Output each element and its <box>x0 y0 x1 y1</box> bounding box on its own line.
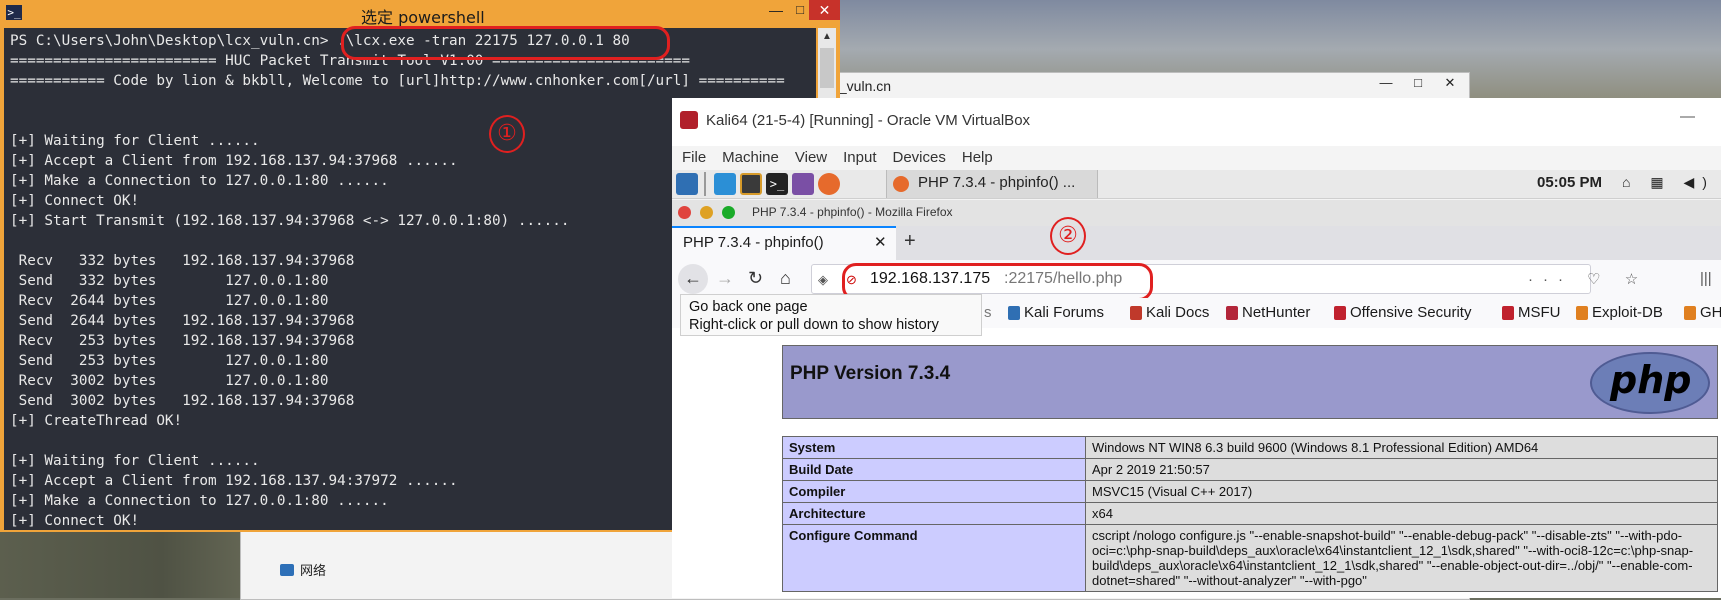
powershell-title: 选定 powershell <box>361 8 485 27</box>
text-editor-icon[interactable] <box>740 173 762 195</box>
row-key: System <box>782 436 1086 459</box>
php-version-title: PHP Version 7.3.4 <box>790 363 951 384</box>
row-key: Compiler <box>782 480 1086 503</box>
menu-file[interactable]: File <box>682 146 706 170</box>
bookmark-partial[interactable]: s <box>984 304 992 321</box>
console-output: PS C:\Users\John\Desktop\lcx_vuln.cn> .\… <box>10 33 785 529</box>
virtualbox-menubar: File Machine View Input Devices Help <box>672 146 1721 170</box>
bookmark-gh[interactable]: GH <box>1684 304 1721 321</box>
wallpaper-foreground <box>0 530 270 598</box>
annotation-marker-1: ① <box>489 115 525 153</box>
menu-devices[interactable]: Devices <box>893 146 946 170</box>
command-highlight-box <box>341 26 670 60</box>
home-icon[interactable]: ⌂ <box>780 268 791 289</box>
gh-icon <box>1684 305 1696 320</box>
bookmark-label: MSFU <box>1518 304 1561 321</box>
terminal-icon[interactable]: >_ <box>766 173 788 195</box>
forward-arrow-icon[interactable]: → <box>716 268 734 289</box>
bookmark-exploit-db[interactable]: Exploit-DB <box>1576 304 1663 321</box>
php-logo-text: php <box>1610 358 1692 402</box>
bookmark-msfu[interactable]: MSFU <box>1502 304 1561 321</box>
row-key: Build Date <box>782 458 1086 481</box>
table-row: Compiler MSVC15 (Visual C++ 2017) <box>782 480 1718 503</box>
firefox-window-title: PHP 7.3.4 - phpinfo() - Mozilla Firefox <box>752 205 953 219</box>
back-arrow-icon: ← <box>684 268 702 288</box>
bookmark-offensive-security[interactable]: Offensive Security <box>1334 304 1471 321</box>
tab-label: PHP 7.3.4 - phpinfo() <box>683 234 824 251</box>
bookmark-label: Kali Docs <box>1146 304 1210 321</box>
kali-docs-icon <box>1130 305 1142 320</box>
bookmark-kali-forums[interactable]: Kali Forums <box>1008 304 1104 321</box>
table-row: Architecture x64 <box>782 502 1718 525</box>
explorer-title: t_vuln.cn <box>835 78 892 94</box>
bookmark-label: Offensive Security <box>1350 304 1472 321</box>
row-key: Configure Command <box>782 524 1086 592</box>
taskbar-item-label: PHP 7.3.4 - phpinfo() ... <box>918 174 1076 191</box>
close-window-dot[interactable] <box>678 206 691 219</box>
row-value: Windows NT WIN8 6.3 build 9600 (Windows … <box>1085 436 1718 459</box>
table-row: Build Date Apr 2 2019 21:50:57 <box>782 458 1718 481</box>
bookmark-label: GH <box>1700 304 1721 321</box>
scrollbar-thumb[interactable] <box>820 48 834 88</box>
row-value: x64 <box>1085 502 1718 525</box>
library-icon[interactable]: ||| <box>1700 270 1712 287</box>
row-value: Apr 2 2019 21:50:57 <box>1085 458 1718 481</box>
exploit-db-icon <box>1576 305 1588 320</box>
panel-clock[interactable]: 05:05 PM <box>1537 174 1602 191</box>
file-manager-icon[interactable] <box>714 173 736 195</box>
tooltip-line-2: Right-click or pull down to show history <box>689 317 939 333</box>
network-icon <box>280 563 294 576</box>
table-row: Configure Command cscript /nologo configu… <box>782 524 1718 592</box>
app-launcher-icon[interactable] <box>792 173 814 195</box>
explorer-close-button[interactable]: ✕ <box>1434 72 1466 94</box>
explorer-nav-network[interactable]: 网络 <box>280 560 326 579</box>
powershell-icon: >_ <box>6 5 22 20</box>
virtualbox-icon <box>680 111 698 129</box>
scroll-up-arrow-icon[interactable]: ▲ <box>818 28 836 46</box>
firefox-launcher-icon[interactable] <box>818 173 840 195</box>
menu-input[interactable]: Input <box>843 146 876 170</box>
virtualbox-minimize-button[interactable]: — <box>1680 108 1695 125</box>
phpinfo-table: System Windows NT WIN8 6.3 build 9600 (Wi… <box>782 436 1718 592</box>
powershell-maximize-button[interactable]: □ <box>789 0 811 22</box>
kali-menu-icon[interactable] <box>676 173 698 195</box>
url-action-icons[interactable]: ··· ♡ ☆ <box>1528 270 1648 288</box>
bookmark-label: Kali Forums <box>1024 304 1105 321</box>
minimize-window-dot[interactable] <box>700 206 713 219</box>
shield-icon[interactable]: ◈ <box>818 272 828 288</box>
explorer-nav-label: 网络 <box>300 563 327 578</box>
explorer-minimize-button[interactable]: — <box>1370 72 1402 94</box>
bookmark-nethunter[interactable]: NetHunter <box>1226 304 1310 321</box>
new-tab-button[interactable]: + <box>904 230 916 253</box>
row-value: MSVC15 (Visual C++ 2017) <box>1085 480 1718 503</box>
powershell-minimize-button[interactable]: — <box>763 0 789 22</box>
msfu-icon <box>1502 305 1514 320</box>
row-value: cscript /nologo configure.js "--enable-s… <box>1085 524 1718 592</box>
explorer-window-controls: — □ ✕ <box>1370 72 1468 94</box>
tab-close-icon[interactable]: ✕ <box>874 233 887 251</box>
back-button-tooltip: Go back one page Right-click or pull dow… <box>680 294 982 336</box>
row-key: Architecture <box>782 502 1086 525</box>
system-tray-icons[interactable]: ⌂ ▦ ◀) <box>1622 174 1715 191</box>
offsec-icon <box>1334 305 1346 320</box>
panel-separator <box>704 172 706 196</box>
annotation-marker-2: ② <box>1050 217 1086 255</box>
tooltip-line-1: Go back one page <box>689 299 808 315</box>
menu-help[interactable]: Help <box>962 146 993 170</box>
kali-forums-icon <box>1008 305 1020 320</box>
bookmark-label: Exploit-DB <box>1592 304 1663 321</box>
powershell-close-button[interactable]: ✕ <box>809 0 840 20</box>
explorer-maximize-button[interactable]: □ <box>1402 72 1434 94</box>
bookmark-kali-docs[interactable]: Kali Docs <box>1130 304 1209 321</box>
reload-icon[interactable]: ↻ <box>748 268 763 289</box>
menu-machine[interactable]: Machine <box>722 146 779 170</box>
table-row: System Windows NT WIN8 6.3 build 9600 (Wi… <box>782 436 1718 459</box>
nethunter-icon <box>1226 305 1238 320</box>
menu-view[interactable]: View <box>795 146 827 170</box>
maximize-window-dot[interactable] <box>722 206 735 219</box>
bookmark-label: NetHunter <box>1242 304 1311 321</box>
firefox-icon <box>893 176 909 192</box>
virtualbox-title: Kali64 (21-5-4) [Running] - Oracle VM Vi… <box>706 112 1031 129</box>
